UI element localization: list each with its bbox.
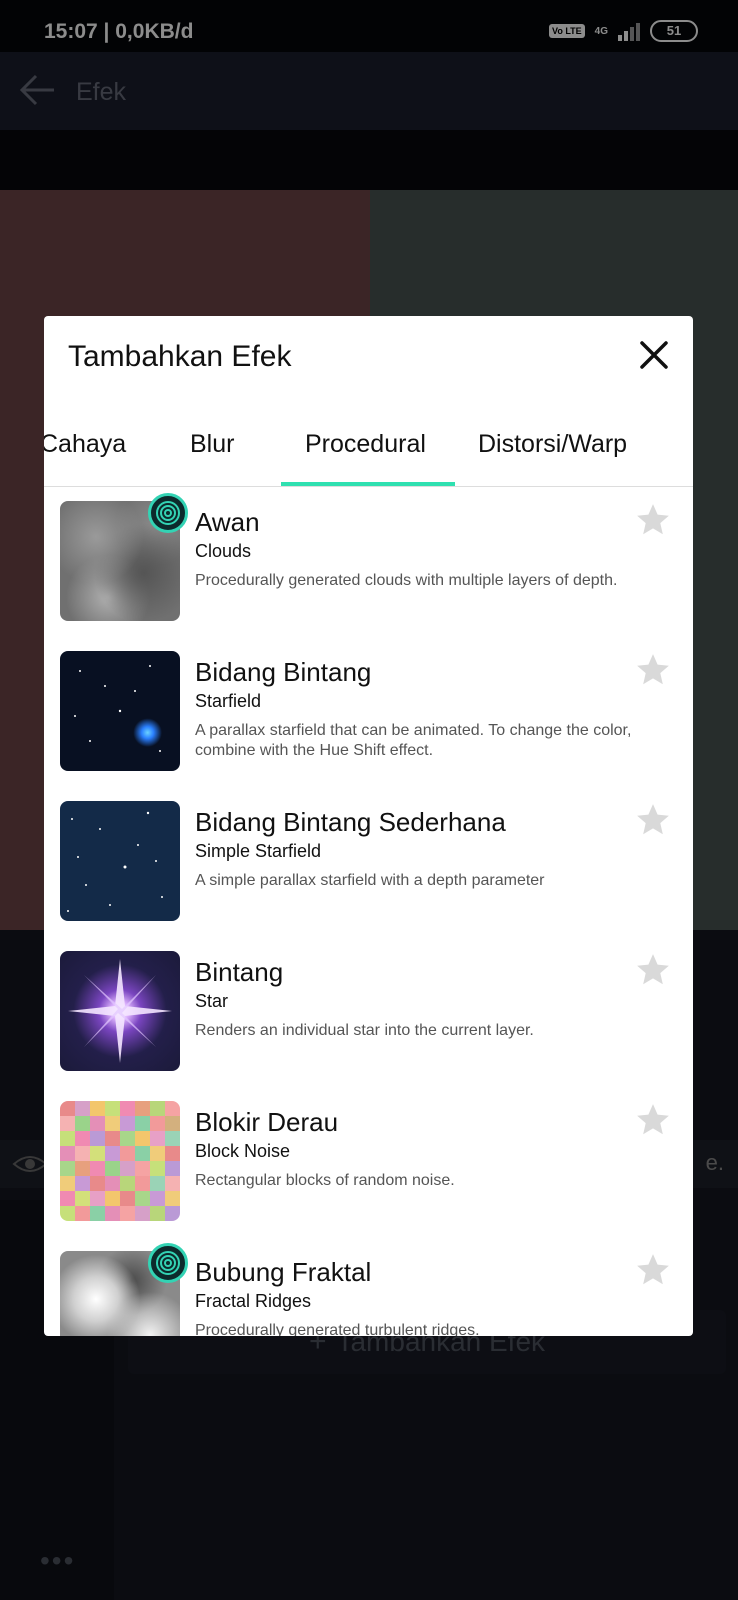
list-item[interactable]: Blokir Derau Block Noise Rectangular blo… xyxy=(44,1087,693,1237)
premium-badge-icon xyxy=(148,493,188,533)
list-item[interactable]: Bidang Bintang Sederhana Simple Starfiel… xyxy=(44,787,693,937)
list-item[interactable]: Bidang Bintang Starfield A parallax star… xyxy=(44,637,693,787)
premium-badge-icon xyxy=(148,1243,188,1283)
effect-subtitle: Block Noise xyxy=(195,1141,291,1161)
effect-description: Procedurally generated turbulent ridges. xyxy=(195,1322,480,1336)
effect-title: Blokir Derau xyxy=(195,1107,339,1137)
effect-title: Bidang Bintang xyxy=(195,657,372,687)
effect-description: Rectangular blocks of random noise. xyxy=(195,1172,455,1189)
effect-title: Awan xyxy=(195,507,260,537)
effect-description: Procedurally generated clouds with multi… xyxy=(195,572,618,589)
block-noise-thumbnail xyxy=(60,1101,180,1221)
effect-description: A parallax starfield that can be animate… xyxy=(195,722,632,759)
favorite-star-icon[interactable] xyxy=(634,801,672,839)
selected-tab-indicator xyxy=(281,482,455,486)
effect-description: A simple parallax starfield with a depth… xyxy=(195,872,545,889)
list-item[interactable]: Bubung Fraktal Fractal Ridges Procedural… xyxy=(44,1237,693,1336)
tab-blur[interactable]: Blur xyxy=(190,430,234,459)
favorite-star-icon[interactable] xyxy=(634,1251,672,1289)
simple-starfield-thumbnail xyxy=(60,801,180,921)
list-item[interactable]: Awan Clouds Procedurally generated cloud… xyxy=(44,487,693,637)
effect-list[interactable]: Awan Clouds Procedurally generated cloud… xyxy=(44,487,693,1336)
list-item[interactable]: Bintang Star Renders an individual star … xyxy=(44,937,693,1087)
close-icon[interactable] xyxy=(639,340,669,370)
effect-description: Renders an individual star into the curr… xyxy=(195,1022,534,1039)
effect-subtitle: Starfield xyxy=(195,691,262,711)
favorite-star-icon[interactable] xyxy=(634,501,672,539)
tab-procedural[interactable]: Procedural xyxy=(305,430,426,459)
effect-subtitle: Simple Starfield xyxy=(195,841,322,861)
effect-subtitle: Fractal Ridges xyxy=(195,1291,312,1311)
effect-title: Bubung Fraktal xyxy=(195,1257,372,1287)
effect-subtitle: Clouds xyxy=(195,541,252,561)
favorite-star-icon[interactable] xyxy=(634,651,672,689)
effect-title: Bintang xyxy=(195,957,284,987)
star-thumbnail xyxy=(60,951,180,1071)
add-effect-dialog: Tambahkan Efek Cahaya Blur Procedural Di… xyxy=(44,316,693,1336)
favorite-star-icon[interactable] xyxy=(634,951,672,989)
effect-title: Bidang Bintang Sederhana xyxy=(195,807,506,837)
tab-cahaya[interactable]: Cahaya xyxy=(44,430,126,459)
dialog-title: Tambahkan Efek xyxy=(68,340,292,373)
tab-distorsi-warp[interactable]: Distorsi/Warp xyxy=(478,430,627,459)
category-tabs: Cahaya Blur Procedural Distorsi/Warp xyxy=(44,408,693,487)
favorite-star-icon[interactable] xyxy=(634,1101,672,1139)
starfield-thumbnail xyxy=(60,651,180,771)
effect-subtitle: Star xyxy=(195,991,229,1011)
